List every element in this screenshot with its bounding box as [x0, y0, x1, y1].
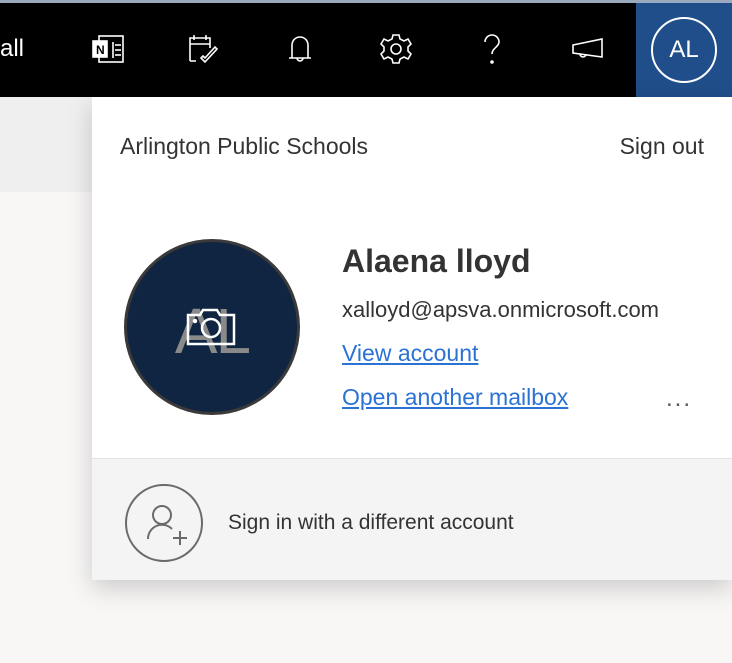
help-icon[interactable]: [474, 31, 510, 67]
background-strip: [0, 97, 92, 192]
calendar-check-icon[interactable]: [186, 31, 222, 67]
sign-in-different-account-button[interactable]: Sign in with a different account: [92, 458, 732, 580]
add-person-icon: [125, 484, 203, 562]
truncated-title: all: [0, 35, 25, 62]
svg-text:N: N: [96, 43, 105, 57]
view-account-link[interactable]: View account: [342, 340, 478, 367]
user-name: Alaena lloyd: [342, 243, 531, 279]
gear-icon[interactable]: [378, 31, 414, 67]
sign-out-button[interactable]: Sign out: [620, 133, 704, 160]
account-panel: Arlington Public Schools Sign out AL Ala…: [92, 97, 732, 580]
bell-icon[interactable]: [282, 31, 318, 67]
sign-in-different-account-label: Sign in with a different account: [228, 511, 514, 534]
megaphone-icon[interactable]: [570, 31, 606, 67]
open-another-mailbox-link[interactable]: Open another mailbox: [342, 384, 568, 411]
onenote-icon[interactable]: N: [90, 31, 126, 67]
user-email: xalloyd@apsva.onmicrosoft.com: [342, 297, 660, 322]
organization-name: Arlington Public Schools: [120, 133, 369, 159]
account-manager-button[interactable]: AL: [636, 3, 732, 97]
avatar: AL: [651, 17, 717, 83]
camera-icon: [186, 308, 236, 346]
top-bar: all N AL: [0, 3, 732, 97]
profile-photo-button[interactable]: AL: [124, 239, 300, 415]
more-options-button[interactable]: ...: [666, 385, 692, 413]
